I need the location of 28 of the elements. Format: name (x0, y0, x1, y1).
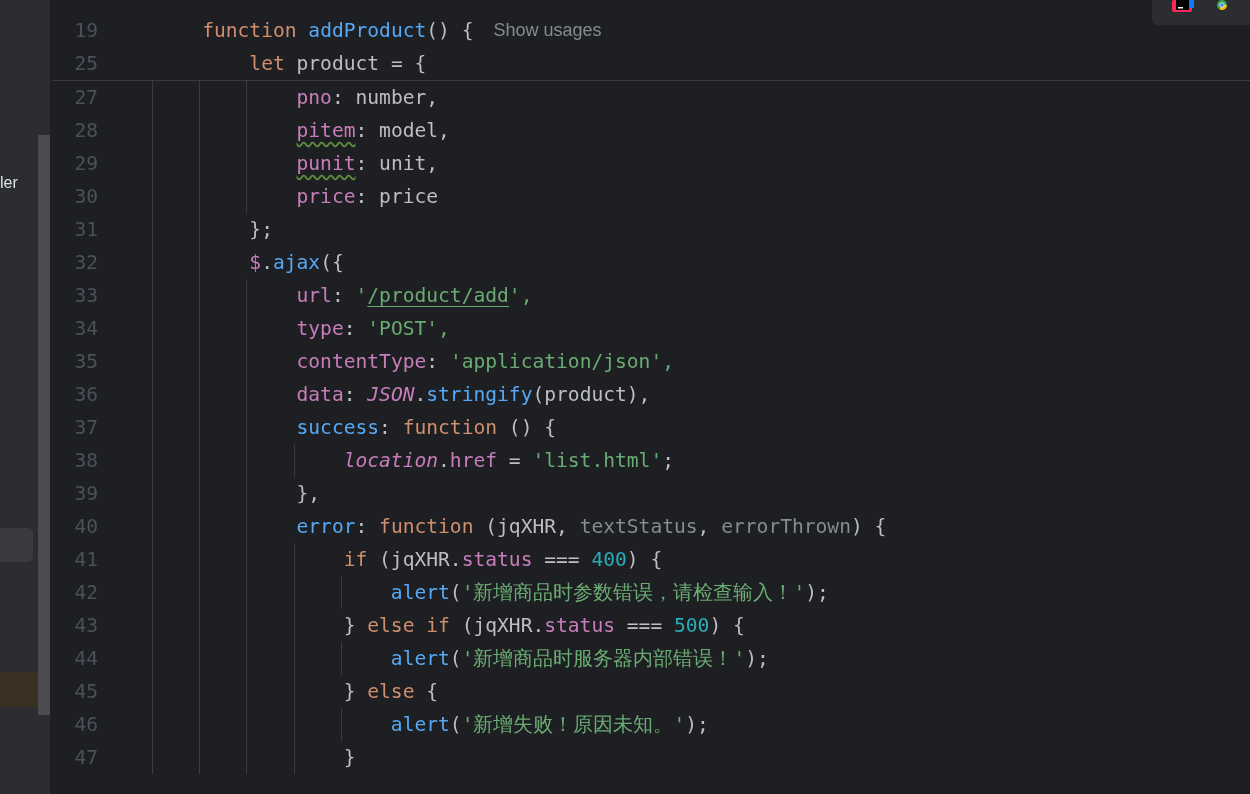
code-line: success: function () { (296, 416, 557, 439)
code-line: error: function (jqXHR, textStatus, errorThrown) { (296, 515, 887, 538)
code-line: }, (296, 482, 321, 505)
code-line: pno: number, (296, 86, 439, 109)
code-line: } (343, 746, 356, 769)
code-line: }; (249, 218, 273, 241)
code-line: location.href = 'list.html'; (343, 449, 674, 472)
scrollbar[interactable] (38, 135, 50, 715)
code-line: let product = { (249, 52, 427, 75)
code-line: alert('新增失败！原因未知。'); (390, 712, 709, 738)
code-line: price: price (296, 185, 439, 208)
usage-hint[interactable]: Show usages (493, 20, 602, 41)
code-line: alert('新增商品时参数错误，请检查输入！'); (390, 580, 829, 606)
code-line: url: '/product/add', (296, 284, 533, 307)
app-icon[interactable] (1172, 0, 1194, 13)
code-line: if (jqXHR.status === 400) { (343, 548, 663, 571)
code-line: contentType: 'application/json', (296, 350, 674, 373)
panel-label-fragment: ler (0, 174, 18, 191)
code-line: } else if (jqXHR.status === 500) { (343, 614, 745, 637)
code-line: $.ajax({ (249, 251, 344, 274)
code-line: alert('新增商品时服务器内部错误！'); (390, 646, 769, 672)
code-line: punit: unit, (296, 152, 439, 175)
code-line: function addProduct() { (202, 19, 474, 42)
code-line: data: JSON.stringify(product), (296, 383, 651, 406)
code-line: type: 'POST', (296, 317, 450, 340)
highlighted-row[interactable] (0, 672, 38, 707)
code-line: pitem: model, (296, 119, 450, 142)
code-line: } else { (343, 680, 439, 703)
